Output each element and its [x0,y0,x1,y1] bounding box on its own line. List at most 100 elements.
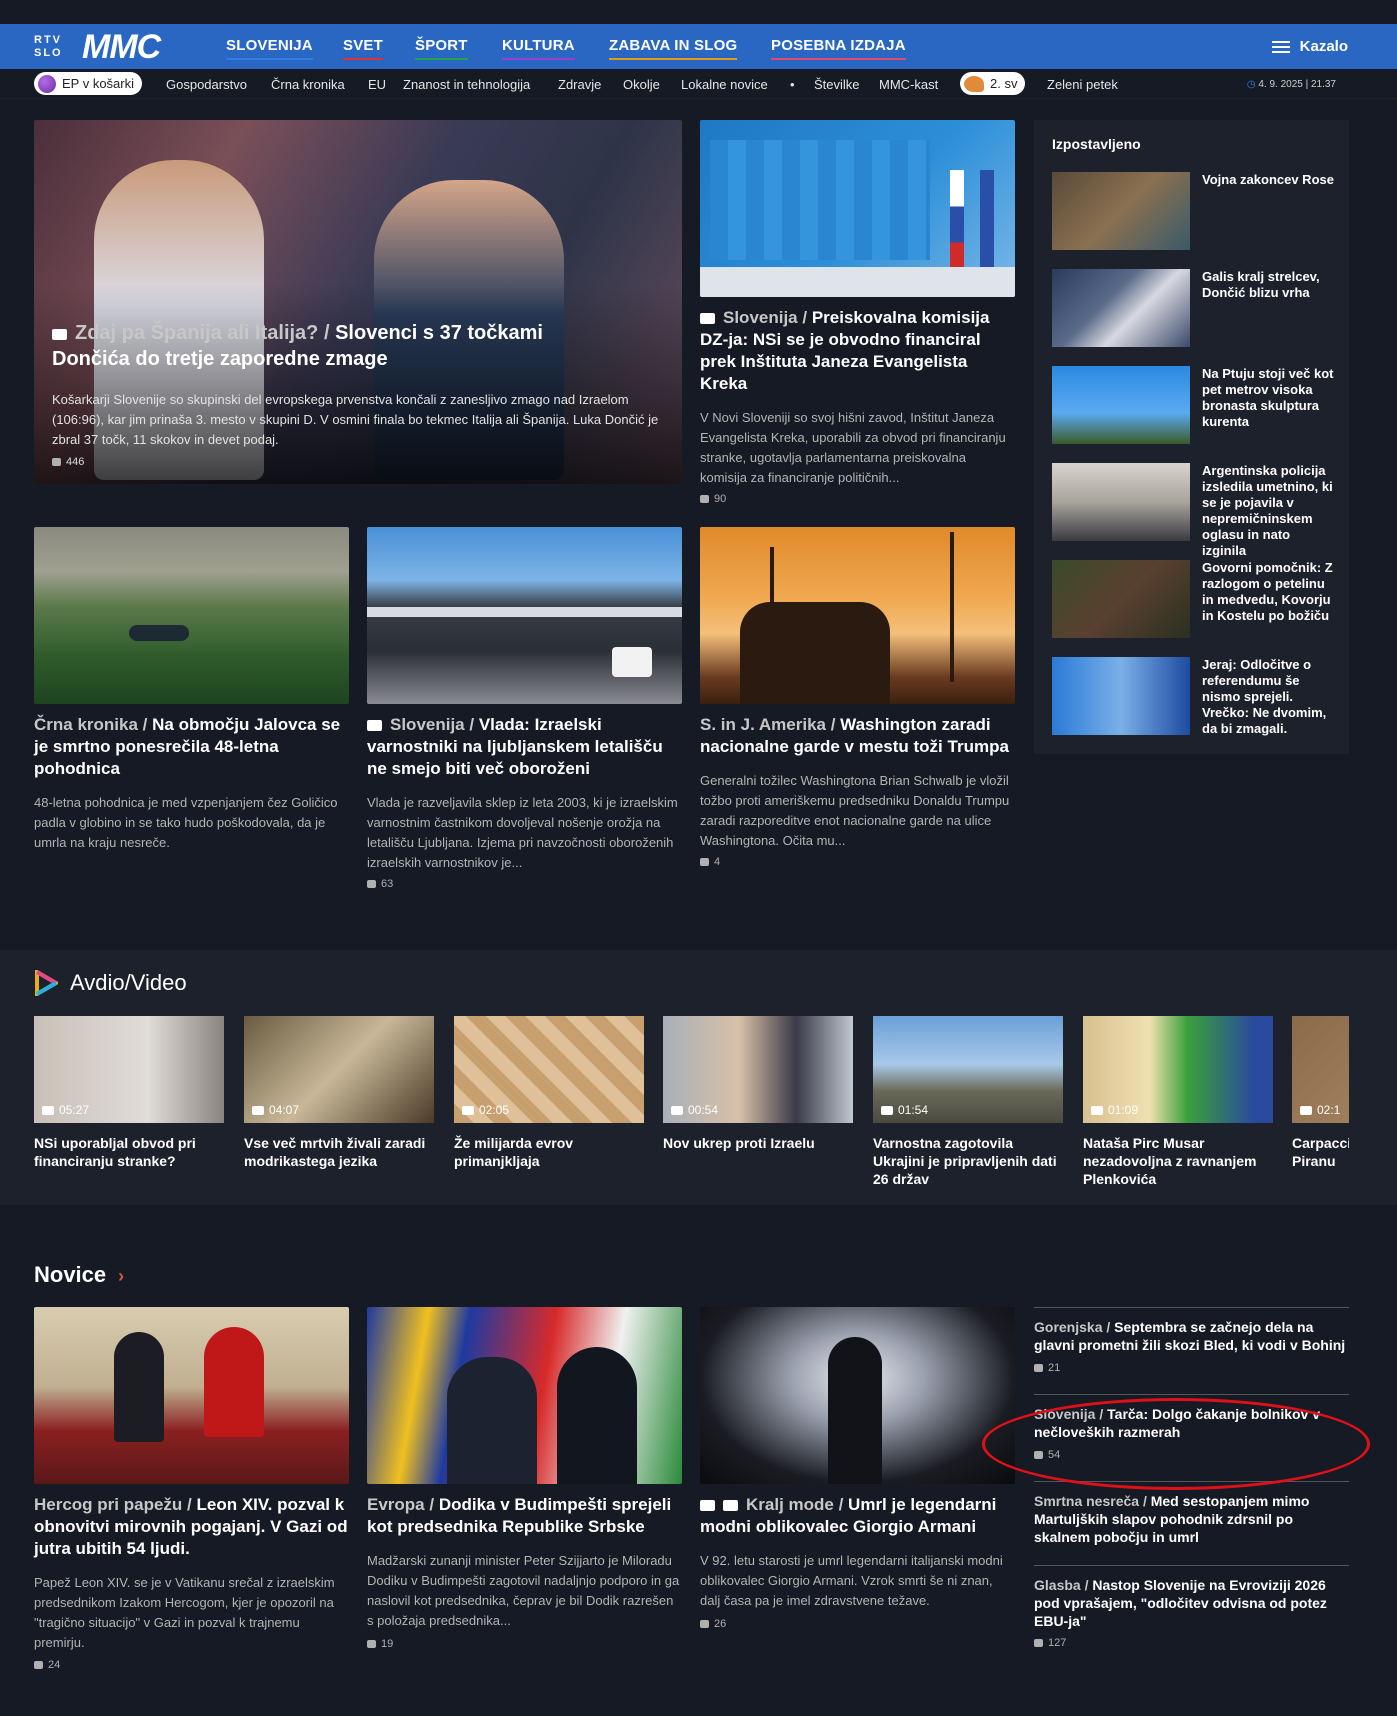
article-dodik-image[interactable] [367,1307,682,1484]
article-letalisce-comments[interactable]: 63 [367,878,393,890]
video-title[interactable]: Vse več mrtvih živali zaradi modrikasteg… [244,1134,434,1170]
article-papez[interactable]: Hercog pri papežu / Leon XIV. pozval k o… [34,1307,349,1677]
comment-icon [367,1640,376,1648]
video-card[interactable]: 02:1 Carpacci Piranu [1292,1016,1349,1170]
video-thumb[interactable]: 05:27 [34,1016,224,1123]
izpostavljeno-item[interactable]: Jeraj: Odločitve o referendumu še nismo … [1052,657,1334,736]
comment-count: 24 [48,1659,61,1671]
novice-heading[interactable]: Novice › [34,1262,124,1288]
video-thumb[interactable]: 01:54 [873,1016,1063,1123]
subnav-gospodarstvo[interactable]: Gospodarstvo [166,77,247,92]
article-dodik-headline[interactable]: Evropa / Dodika v Budimpešti sprejeli ko… [367,1494,682,1538]
article-armani[interactable]: Kralj mode / Umrl je legendarni modni ob… [700,1307,1015,1637]
subnav-crna-kronika[interactable]: Črna kronika [271,77,345,92]
article-jalovec[interactable]: Črna kronika / Na območju Jalovca se je … [34,527,349,857]
izpostavljeno-item[interactable]: Na Ptuju stoji več kot pet metrov visoka… [1052,366,1334,444]
featured-article[interactable]: Zdaj pa Španija ali Italija? / Slovenci … [34,120,682,484]
news-list-item[interactable]: Smrtna nesreča / Med sestopanjem mimo Ma… [1034,1481,1349,1565]
article-armani-image[interactable] [700,1307,1015,1484]
logo-mmc: MMC [82,27,161,66]
comment-count: 127 [1048,1637,1067,1649]
article-washington-comments[interactable]: 4 [700,856,720,868]
video-card[interactable]: 00:54 Nov ukrep proti Izraelu [663,1016,853,1152]
article-jalovec-headline[interactable]: Črna kronika / Na območju Jalovca se je … [34,714,349,780]
video-card[interactable]: 04:07 Vse več mrtvih živali zaradi modri… [244,1016,434,1170]
nav-svet[interactable]: SVET [343,37,383,60]
izpostavljeno-thumb[interactable] [1052,657,1190,735]
video-card[interactable]: 01:09 Nataša Pirc Musar nezadovoljna z r… [1083,1016,1273,1188]
video-card[interactable]: 02:05 Že milijarda evrov primanjkljaja [454,1016,644,1170]
subnav-mmc-kast[interactable]: MMC-kast [879,77,938,92]
subnav-eu[interactable]: EU [368,77,386,92]
izpostavljeno-thumb[interactable] [1052,172,1190,250]
video-title[interactable]: Nataša Pirc Musar nezadovoljna z ravnanj… [1083,1134,1273,1188]
news-list-item[interactable]: Gorenjska / Septembra se začnejo dela na… [1034,1307,1349,1394]
nav-sport[interactable]: ŠPORT [415,37,468,60]
article-armani-headline[interactable]: Kralj mode / Umrl je legendarni modni ob… [700,1494,1015,1538]
nav-kultura[interactable]: KULTURA [502,37,575,60]
izpostavljeno-item[interactable]: Govorni pomočnik: Z razlogom o petelinu … [1052,560,1334,638]
nav-slovenija[interactable]: SLOVENIJA [226,37,313,60]
izpostavljeno-item[interactable]: Galis kralj strelcev, Dončić blizu vrha [1052,269,1334,347]
subnav-lokalne-novice[interactable]: Lokalne novice [681,77,768,92]
article-category: Evropa / [367,1495,435,1514]
article-nsi-comments[interactable]: 90 [700,493,726,505]
pill-ep-kosarka[interactable]: EP v košarki [34,72,143,95]
article-letalisce[interactable]: Slovenija / Vlada: Izraelski varnostniki… [367,527,682,897]
subnav-zdravje[interactable]: Zdravje [558,77,601,92]
video-title[interactable]: Nov ukrep proti Izraelu [663,1134,853,1152]
article-washington-headline[interactable]: S. in J. Amerika / Washington zaradi nac… [700,714,1015,758]
video-title[interactable]: Že milijarda evrov primanjkljaja [454,1134,644,1170]
list-comments[interactable]: 21 [1034,1362,1060,1374]
basketball-icon [38,74,56,93]
video-thumb[interactable]: 00:54 [663,1016,853,1123]
featured-comments[interactable]: 446 [52,456,84,468]
izpostavljeno-thumb[interactable] [1052,560,1190,638]
article-jalovec-image[interactable] [34,527,349,704]
izpostavljeno-thumb[interactable] [1052,463,1190,541]
izpostavljeno-item[interactable]: Vojna zakoncev Rose [1052,172,1334,250]
video-title[interactable]: Carpacci Piranu [1292,1134,1349,1170]
menu-button[interactable]: Kazalo [1271,38,1348,55]
video-thumb[interactable]: 02:05 [454,1016,644,1123]
article-dodik[interactable]: Evropa / Dodika v Budimpešti sprejeli ko… [367,1307,682,1657]
izpostavljeno-thumb[interactable] [1052,366,1190,444]
news-list-item[interactable]: Glasba / Nastop Slovenije na Evroviziji … [1034,1565,1349,1655]
article-papez-headline[interactable]: Hercog pri papežu / Leon XIV. pozval k o… [34,1494,349,1560]
video-title[interactable]: Varnostna zagotovila Ukrajini je priprav… [873,1134,1063,1188]
list-comments[interactable]: 127 [1034,1637,1066,1649]
pill-second[interactable]: 2. sv [960,72,1026,95]
article-armani-comments[interactable]: 26 [700,1618,726,1630]
article-letalisce-headline[interactable]: Slovenija / Vlada: Izraelski varnostniki… [367,714,682,780]
izpostavljeno-item[interactable]: Argentinska policija izsledila umetnino,… [1052,463,1334,558]
rtv-mmc-logo[interactable]: RTV SLO MMC [34,27,161,66]
izpostavljeno-item-title: Jeraj: Odločitve o referendumu še nismo … [1202,657,1327,736]
subnav-stevilke[interactable]: Številke [814,77,860,92]
article-nsi-image[interactable] [700,120,1015,297]
subnav-okolje[interactable]: Okolje [623,77,660,92]
video-title[interactable]: NSi uporabljal obvod pri financiranju st… [34,1134,224,1170]
video-card[interactable]: 01:54 Varnostna zagotovila Ukrajini je p… [873,1016,1063,1188]
avdio-video-title[interactable]: Avdio/Video [70,970,187,996]
nav-posebna-izdaja[interactable]: POSEBNA IZDAJA [771,37,906,60]
video-card[interactable]: 05:27 NSi uporabljal obvod pri financira… [34,1016,224,1170]
article-papez-image[interactable] [34,1307,349,1484]
nav-zabava[interactable]: ZABAVA IN SLOG [609,37,738,60]
subnav-zeleni-petek[interactable]: Zeleni petek [1047,77,1118,92]
article-dodik-comments[interactable]: 19 [367,1638,393,1650]
video-thumb[interactable]: 01:09 [1083,1016,1273,1123]
article-nsi-headline[interactable]: Slovenija / Preiskovalna komisija DZ-ja:… [700,307,1015,395]
featured-headline[interactable]: Zdaj pa Španija ali Italija? / Slovenci … [52,320,612,372]
article-nsi[interactable]: Slovenija / Preiskovalna komisija DZ-ja:… [700,120,1015,510]
article-washington-image[interactable] [700,527,1015,704]
video-thumb[interactable]: 04:07 [244,1016,434,1123]
video-duration: 01:09 [1091,1103,1138,1117]
izpostavljeno-thumb[interactable] [1052,269,1190,347]
izpostavljeno-item-title: Na Ptuju stoji več kot pet metrov visoka… [1202,366,1334,429]
subnav-znanost[interactable]: Znanost in tehnologija [403,77,530,92]
article-papez-comments[interactable]: 24 [34,1659,60,1671]
list-category: Smrtna nesreča / [1034,1493,1147,1509]
video-thumb[interactable]: 02:1 [1292,1016,1349,1123]
article-letalisce-image[interactable] [367,527,682,704]
article-washington[interactable]: S. in J. Amerika / Washington zaradi nac… [700,527,1015,877]
